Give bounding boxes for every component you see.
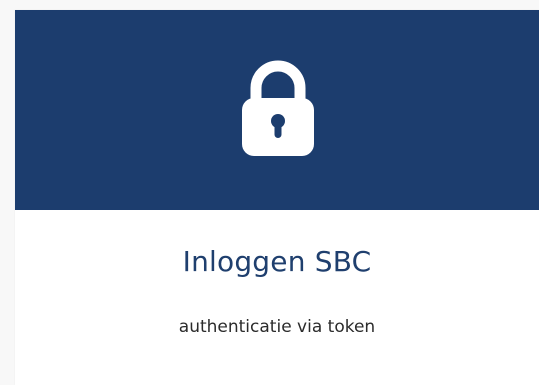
tile-title: Inloggen SBC bbox=[182, 245, 372, 278]
tile-subtitle: authenticatie via token bbox=[178, 317, 376, 337]
lock-icon bbox=[242, 60, 314, 156]
tile-header bbox=[15, 10, 539, 210]
login-sbc-tile[interactable]: Inloggen SBC authenticatie via token bbox=[15, 10, 539, 385]
